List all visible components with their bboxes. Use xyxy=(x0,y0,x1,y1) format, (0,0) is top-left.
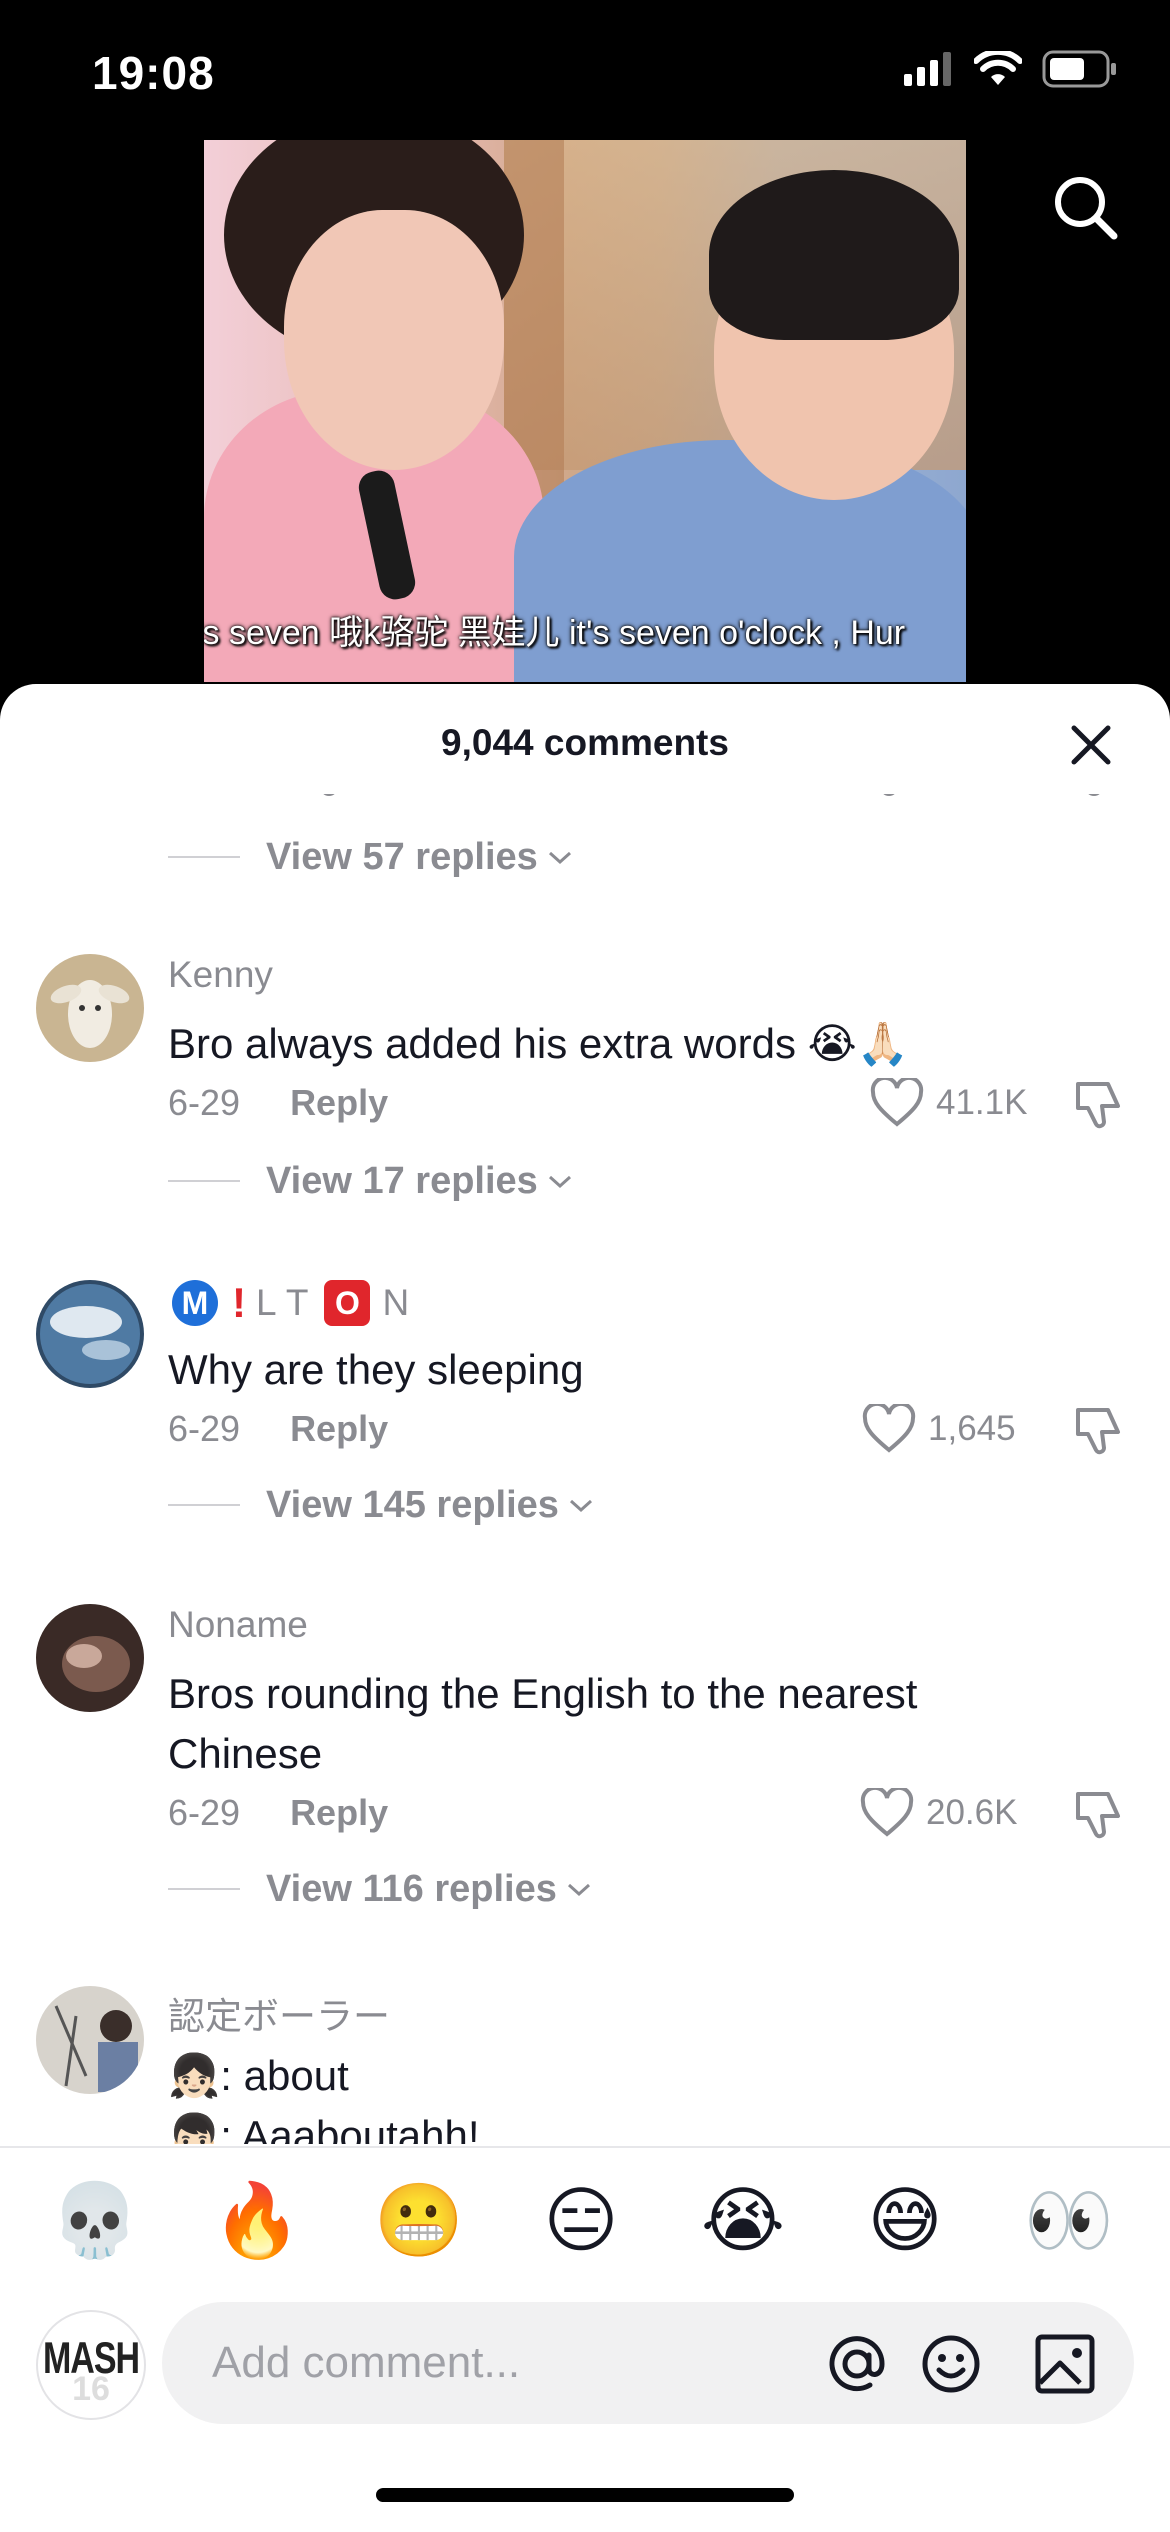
chevron-down-icon xyxy=(567,1883,590,1897)
home-indicator xyxy=(376,2488,794,2502)
dislike-icon[interactable] xyxy=(1070,1076,1126,1132)
avatar[interactable] xyxy=(36,1604,144,1712)
chevron-down-icon xyxy=(569,1499,592,1513)
comment-date: 6-29 xyxy=(168,1792,241,1833)
like-count: 20.6K xyxy=(926,1793,1018,1832)
o-badge: O xyxy=(324,1280,371,1327)
search-icon[interactable] xyxy=(1050,172,1120,242)
comments-header: 9,044 comments xyxy=(0,684,1170,794)
m-badge: M xyxy=(172,1280,218,1327)
view-replies-button[interactable]: View 57 replies xyxy=(168,832,574,882)
comments-list[interactable]: View 57 replies Kenny Bro always added h… xyxy=(0,794,1170,2144)
like-button[interactable]: 41.1K xyxy=(870,1078,1027,1128)
like-button[interactable]: 1,645 xyxy=(862,1404,1016,1454)
emoji-sweat-smile[interactable]: 😅 xyxy=(860,2170,950,2270)
emoji-quick-bar: 💀 🔥 😬 😑 😭 😅 👀 xyxy=(0,2170,1170,2270)
my-avatar[interactable]: 16 MASH xyxy=(36,2310,146,2420)
like-button[interactable]: 20.6K xyxy=(860,1788,1017,1838)
heart-icon xyxy=(870,1078,924,1127)
view-replies-button[interactable]: View 116 replies xyxy=(168,1864,593,1914)
emoji-picker-icon[interactable] xyxy=(920,2333,982,2395)
comment-username[interactable]: Noname xyxy=(168,1604,308,1646)
cellular-signal-icon xyxy=(904,52,951,86)
exclamation-badge: ! xyxy=(232,1279,246,1327)
comment-date: 6-29 xyxy=(168,1082,241,1123)
battery-icon xyxy=(1042,50,1116,88)
video-subtitle: 's seven 哦k骆驼 黑娃儿 it's seven o'clock , H… xyxy=(204,614,906,652)
emoji-eyes[interactable]: 👀 xyxy=(1024,2170,1114,2270)
view-replies-button[interactable]: View 17 replies xyxy=(168,1156,574,1206)
emoji-crying[interactable]: 😭 xyxy=(698,2170,788,2270)
avatar[interactable] xyxy=(36,1280,144,1388)
video-player[interactable]: 's seven 哦k骆驼 黑娃儿 it's seven o'clock , H… xyxy=(204,140,966,682)
comment-item: 認定ボーラー 👧🏻: about 👦🏻: Aaaboutahh! xyxy=(0,1986,1170,2144)
close-icon[interactable] xyxy=(1066,720,1116,770)
status-time: 19:08 xyxy=(92,47,215,99)
dislike-icon[interactable] xyxy=(1070,1786,1126,1842)
chevron-down-icon xyxy=(548,1175,571,1189)
dislike-icon[interactable] xyxy=(1070,1402,1126,1458)
image-attach-icon[interactable] xyxy=(1034,2333,1096,2395)
emoji-skull[interactable]: 💀 xyxy=(50,2170,140,2270)
comment-meta: 6-29 Reply xyxy=(168,1082,388,1124)
comment-date: 6-29 xyxy=(168,1408,241,1449)
emoji-grimacing[interactable]: 😬 xyxy=(374,2170,464,2270)
emoji-fire[interactable]: 🔥 xyxy=(212,2170,302,2270)
comment-text-line: 👧🏻: about xyxy=(168,2052,349,2099)
reply-button[interactable]: Reply xyxy=(290,1792,388,1834)
comment-item: Noname Bros rounding the English to the … xyxy=(0,1604,1170,1864)
comment-text: Bros rounding the English to the nearest… xyxy=(168,1670,918,1777)
avatar[interactable] xyxy=(36,954,144,1062)
partial-comment-row xyxy=(0,794,1170,812)
wifi-icon xyxy=(974,51,1022,85)
comments-count-title: 9,044 comments xyxy=(441,722,729,763)
comment-username[interactable]: Kenny xyxy=(168,954,273,996)
reply-button[interactable]: Reply xyxy=(290,1408,388,1450)
comment-text: Bro always added his extra words 😭🙏🏻 xyxy=(168,1020,910,1067)
avatar[interactable] xyxy=(36,1986,144,2094)
status-icons xyxy=(904,50,1118,88)
mention-icon[interactable] xyxy=(826,2333,888,2395)
comment-text: Why are they sleeping xyxy=(168,1346,584,1393)
reply-button[interactable]: Reply xyxy=(290,1082,388,1124)
like-count: 41.1K xyxy=(936,1083,1028,1122)
comment-username[interactable]: 認定ボーラー xyxy=(168,1986,390,2040)
comment-username[interactable]: M! LT O N xyxy=(168,1279,421,1327)
comment-input-bar xyxy=(162,2302,1134,2424)
heart-icon xyxy=(862,1404,916,1453)
view-replies-button[interactable]: View 145 replies xyxy=(168,1480,595,1530)
status-bar: 19:08 xyxy=(0,0,1170,140)
comment-item: Kenny Bro always added his extra words 😭… xyxy=(0,954,1170,1154)
comment-item: M! LT O N Why are they sleeping 6-29 Reply … xyxy=(0,1279,1170,1480)
emoji-bar-divider xyxy=(0,2146,1170,2148)
chevron-down-icon xyxy=(548,851,571,865)
comment-text: 👧🏻: about 👦🏻: Aaaboutahh! xyxy=(168,2046,1048,2144)
comment-meta: 6-29 Reply xyxy=(168,1792,388,1834)
like-count: 1,645 xyxy=(928,1409,1016,1448)
heart-icon xyxy=(860,1788,914,1837)
emoji-expressionless[interactable]: 😑 xyxy=(536,2170,626,2270)
comment-text-line: 👦🏻: Aaaboutahh! xyxy=(168,2112,480,2144)
comment-input[interactable] xyxy=(212,2332,772,2394)
comment-meta: 6-29 Reply xyxy=(168,1408,388,1450)
